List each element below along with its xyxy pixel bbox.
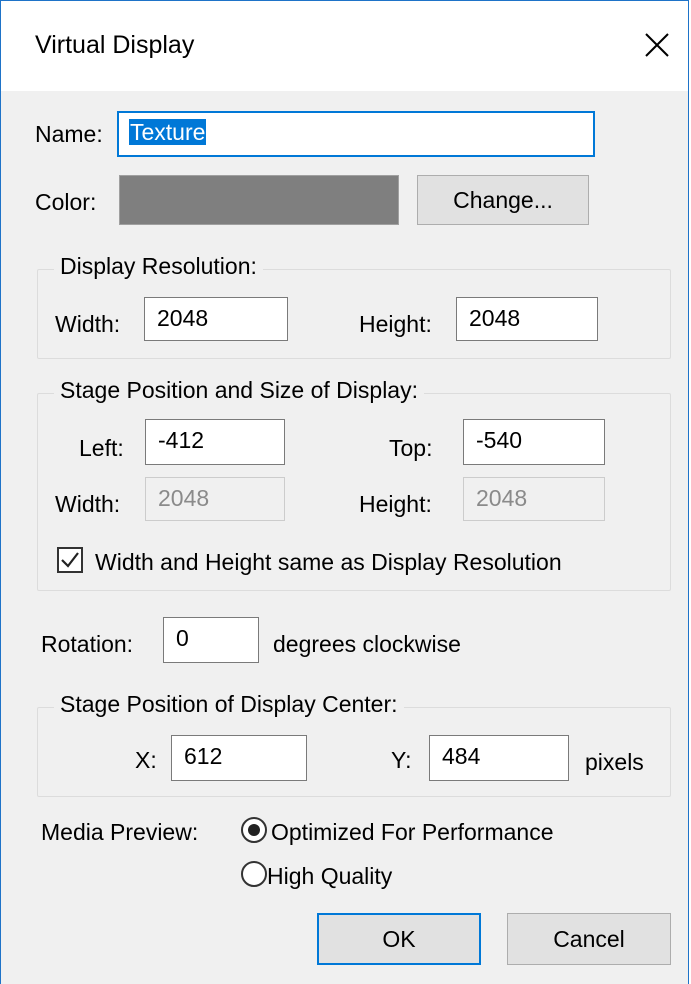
same-as-resolution-checkbox[interactable]: [57, 547, 83, 573]
resolution-width-input[interactable]: 2048: [144, 297, 288, 341]
stage-width-label: Width:: [55, 491, 121, 517]
display-center-group: Stage Position of Display Center:: [37, 691, 671, 797]
name-input-value: Texture: [129, 119, 207, 145]
rotation-label: Rotation:: [41, 631, 134, 657]
center-x-input[interactable]: 612: [171, 735, 307, 781]
window-title: Virtual Display: [35, 31, 195, 59]
center-unit-label: pixels: [585, 749, 644, 775]
display-center-legend: Stage Position of Display Center:: [54, 691, 404, 718]
center-y-input[interactable]: 484: [429, 735, 569, 781]
high-quality-label[interactable]: High Quality: [267, 863, 392, 890]
rotation-input[interactable]: 0: [163, 617, 259, 663]
resolution-height-label: Height:: [359, 311, 432, 337]
center-x-label: X:: [135, 747, 157, 773]
high-quality-radio[interactable]: [241, 861, 267, 887]
display-resolution-legend: Display Resolution:: [54, 253, 263, 280]
stage-width-input[interactable]: 2048: [145, 477, 285, 521]
color-swatch: [119, 175, 399, 225]
resolution-width-label: Width:: [55, 311, 121, 337]
virtual-display-dialog: Virtual Display Name: Texture Color: Cha…: [0, 0, 689, 984]
optimized-performance-radio[interactable]: [241, 817, 267, 843]
center-y-label: Y:: [391, 747, 412, 773]
stage-height-input[interactable]: 2048: [463, 477, 605, 521]
title-bar: Virtual Display: [1, 1, 688, 91]
checkmark-icon: [61, 552, 79, 568]
name-input[interactable]: Texture: [117, 111, 595, 157]
close-button[interactable]: [632, 17, 682, 73]
color-label: Color:: [35, 189, 97, 215]
rotation-suffix: degrees clockwise: [273, 631, 461, 657]
ok-button[interactable]: OK: [317, 913, 481, 965]
stage-position-legend: Stage Position and Size of Display:: [54, 377, 424, 404]
cancel-button[interactable]: Cancel: [507, 913, 671, 965]
stage-left-input[interactable]: -412: [145, 419, 285, 465]
close-icon: [645, 33, 669, 57]
change-color-button[interactable]: Change...: [417, 175, 589, 225]
stage-left-label: Left:: [79, 435, 124, 461]
radio-selected-dot: [248, 824, 260, 836]
name-label: Name:: [35, 121, 103, 147]
stage-top-label: Top:: [389, 435, 433, 461]
stage-top-input[interactable]: -540: [463, 419, 605, 465]
resolution-height-input[interactable]: 2048: [456, 297, 598, 341]
same-as-resolution-label[interactable]: Width and Height same as Display Resolut…: [95, 549, 562, 576]
stage-height-label: Height:: [359, 491, 432, 517]
optimized-performance-label[interactable]: Optimized For Performance: [271, 819, 553, 846]
media-preview-label: Media Preview:: [41, 819, 199, 845]
